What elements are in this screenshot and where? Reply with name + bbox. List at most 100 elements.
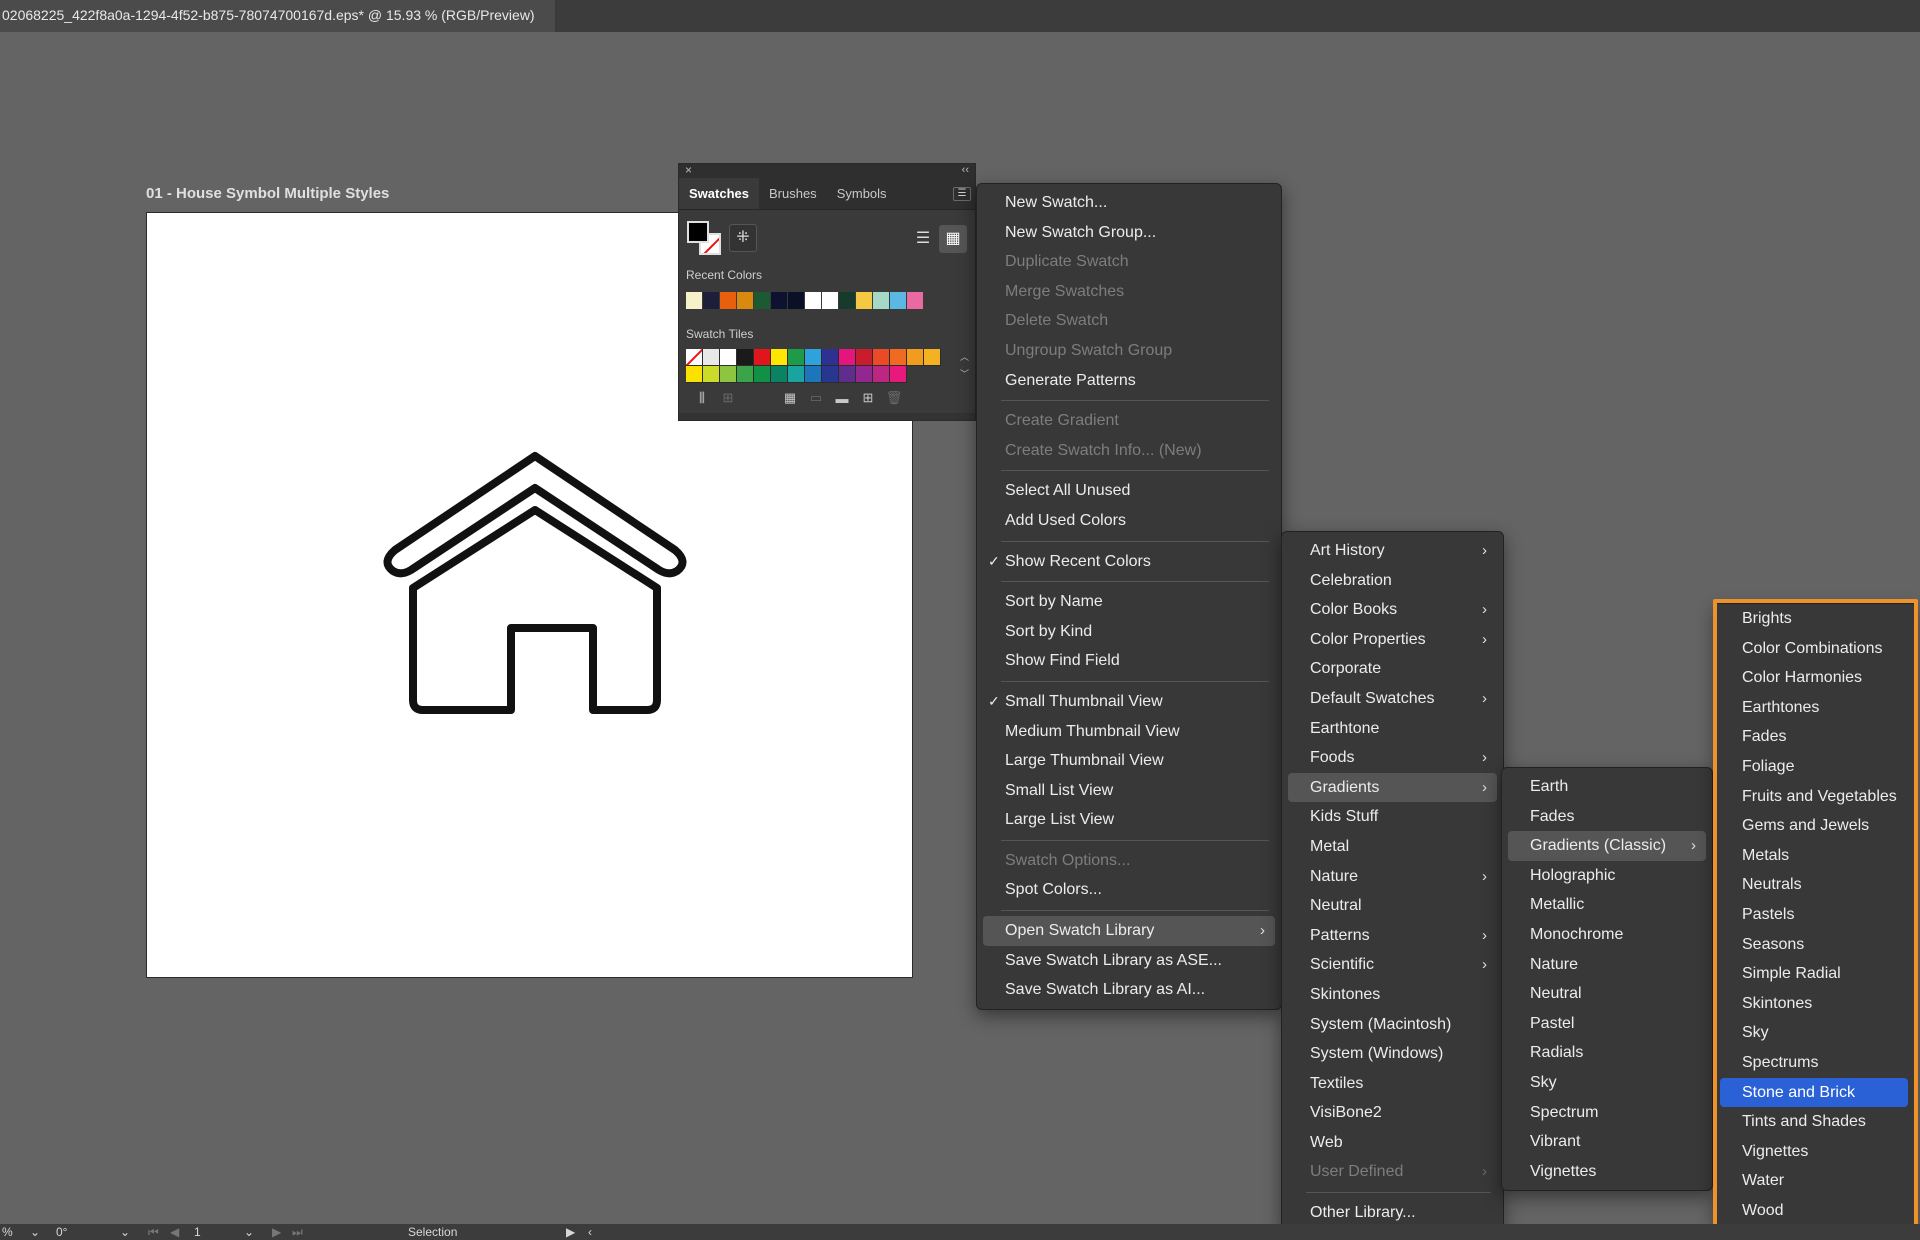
swatch-tile[interactable] (805, 349, 822, 366)
library-item-scientific[interactable]: Scientific › (1288, 950, 1497, 980)
library-item-neutral[interactable]: Neutral (1288, 891, 1497, 921)
new-color-group-icon[interactable]: ▬ (829, 391, 855, 406)
swatch-tile[interactable] (754, 349, 771, 366)
library-item-default-swatches[interactable]: Default Swatches › (1288, 684, 1497, 714)
menu-item-generate-patterns[interactable]: Generate Patterns (983, 366, 1275, 396)
library-item-patterns[interactable]: Patterns › (1288, 921, 1497, 951)
show-swatch-kinds-icon[interactable]: ⁜ (729, 224, 757, 252)
tab-symbols[interactable]: Symbols (827, 178, 897, 209)
gradients-item-nature[interactable]: Nature (1508, 950, 1706, 980)
document-tab[interactable]: 02068225_422f8a0a-1294-4f52-b875-7807470… (0, 0, 556, 32)
recent-color-swatch[interactable] (686, 292, 703, 309)
recent-color-swatch[interactable] (754, 292, 771, 309)
menu-item-sort-by-name[interactable]: Sort by Name (983, 587, 1275, 617)
classic-item-stone-and-brick[interactable]: Stone and Brick (1720, 1077, 1908, 1108)
menu-item-save-swatch-library-as-ase[interactable]: Save Swatch Library as ASE... (983, 946, 1275, 976)
gradients-item-holographic[interactable]: Holographic (1508, 861, 1706, 891)
menu-item-new-swatch[interactable]: New Swatch... (983, 188, 1275, 218)
gradients-item-vibrant[interactable]: Vibrant (1508, 1127, 1706, 1157)
none-swatch[interactable] (686, 349, 703, 366)
menu-item-large-thumbnail-view[interactable]: Large Thumbnail View (983, 746, 1275, 776)
recent-color-swatch[interactable] (805, 292, 822, 309)
library-item-skintones[interactable]: Skintones (1288, 980, 1497, 1010)
library-item-celebration[interactable]: Celebration (1288, 566, 1497, 596)
classic-item-seasons[interactable]: Seasons (1720, 930, 1908, 960)
zoom-dropdown-icon[interactable]: ⌄ (30, 1225, 40, 1239)
swatch-tile[interactable] (856, 366, 873, 383)
swatch-tile[interactable] (822, 366, 839, 383)
swatch-tile[interactable] (686, 366, 703, 383)
recent-color-swatch[interactable] (839, 292, 856, 309)
swatch-tile[interactable] (856, 349, 873, 366)
next-artboard-icon[interactable]: ▶ (272, 1225, 281, 1239)
gradients-item-earth[interactable]: Earth (1508, 772, 1706, 802)
show-kinds-icon[interactable]: ▦ (777, 390, 803, 406)
menu-item-save-swatch-library-as-ai[interactable]: Save Swatch Library as AI... (983, 975, 1275, 1005)
swatch-tile[interactable] (873, 349, 890, 366)
tab-brushes[interactable]: Brushes (759, 178, 827, 209)
classic-item-foliage[interactable]: Foliage (1720, 752, 1908, 782)
swatch-tile[interactable] (771, 349, 788, 366)
swatch-tile[interactable] (924, 349, 941, 366)
zoom-field[interactable]: % (2, 1225, 13, 1239)
library-item-system-macintosh[interactable]: System (Macintosh) (1288, 1010, 1497, 1040)
gradients-item-sky[interactable]: Sky (1508, 1068, 1706, 1098)
classic-item-sky[interactable]: Sky (1720, 1018, 1908, 1048)
gradients-item-monochrome[interactable]: Monochrome (1508, 920, 1706, 950)
tab-swatches[interactable]: Swatches (679, 178, 759, 209)
menu-item-select-all-unused[interactable]: Select All Unused (983, 476, 1275, 506)
recent-color-swatch[interactable] (890, 292, 907, 309)
gradients-item-vignettes[interactable]: Vignettes (1508, 1157, 1706, 1187)
list-view-icon[interactable]: ☰ (911, 227, 935, 251)
menu-item-new-swatch-group[interactable]: New Swatch Group... (983, 218, 1275, 248)
first-artboard-icon[interactable]: ⏮ (148, 1225, 159, 1240)
recent-color-swatch[interactable] (907, 292, 924, 309)
swatch-tile[interactable] (890, 349, 907, 366)
classic-item-water[interactable]: Water (1720, 1166, 1908, 1196)
library-item-foods[interactable]: Foods › (1288, 743, 1497, 773)
library-item-kids-stuff[interactable]: Kids Stuff (1288, 802, 1497, 832)
swatch-tile[interactable] (788, 349, 805, 366)
classic-item-color-combinations[interactable]: Color Combinations (1720, 634, 1908, 664)
house-symbol[interactable] (375, 438, 695, 738)
menu-item-show-find-field[interactable]: Show Find Field (983, 646, 1275, 676)
library-item-metal[interactable]: Metal (1288, 832, 1497, 862)
fill-stroke-control[interactable] (687, 221, 725, 259)
classic-item-neutrals[interactable]: Neutrals (1720, 870, 1908, 900)
library-item-earthtone[interactable]: Earthtone (1288, 714, 1497, 744)
prev-artboard-icon[interactable]: ◀ (170, 1225, 179, 1239)
recent-color-swatch[interactable] (720, 292, 737, 309)
classic-item-metals[interactable]: Metals (1720, 841, 1908, 871)
library-item-color-properties[interactable]: Color Properties › (1288, 625, 1497, 655)
panel-menu-icon[interactable]: ☰ (953, 187, 971, 201)
swatch-libraries-icon[interactable]: ⫼ (689, 390, 715, 406)
gradients-item-radials[interactable]: Radials (1508, 1038, 1706, 1068)
library-item-system-windows[interactable]: System (Windows) (1288, 1039, 1497, 1069)
status-menu-icon[interactable]: ▶ (566, 1225, 575, 1239)
new-swatch-icon[interactable]: ⊞ (855, 390, 881, 406)
classic-item-spectrums[interactable]: Spectrums (1720, 1048, 1908, 1078)
swatch-tile[interactable] (907, 349, 924, 366)
grid-view-icon[interactable]: ▦ (939, 225, 967, 253)
menu-item-small-thumbnail-view[interactable]: ✓ Small Thumbnail View (983, 687, 1275, 717)
gradients-item-gradients-classic[interactable]: Gradients (Classic) › (1508, 831, 1706, 861)
fill-swatch[interactable] (687, 221, 709, 243)
library-item-textiles[interactable]: Textiles (1288, 1069, 1497, 1099)
last-artboard-icon[interactable]: ⏭ (292, 1225, 303, 1240)
swatch-tile[interactable] (839, 366, 856, 383)
swatch-tile[interactable] (754, 366, 771, 383)
library-item-visibone2[interactable]: VisiBone2 (1288, 1098, 1497, 1128)
library-item-nature[interactable]: Nature › (1288, 862, 1497, 892)
swatch-tile[interactable] (788, 366, 805, 383)
tiles-scrollbar[interactable]: ︿ ﹀ (960, 349, 969, 383)
swatch-tile[interactable] (839, 349, 856, 366)
swatch-tile[interactable] (805, 366, 822, 383)
gradients-item-metallic[interactable]: Metallic (1508, 890, 1706, 920)
classic-item-gems-and-jewels[interactable]: Gems and Jewels (1720, 811, 1908, 841)
panel-resize-bar[interactable] (679, 413, 975, 420)
classic-item-earthtones[interactable]: Earthtones (1720, 693, 1908, 723)
recent-color-swatch[interactable] (737, 292, 754, 309)
recent-color-swatch[interactable] (873, 292, 890, 309)
artboard-label[interactable]: 01 - House Symbol Multiple Styles (146, 185, 389, 202)
menu-item-spot-colors[interactable]: Spot Colors... (983, 875, 1275, 905)
